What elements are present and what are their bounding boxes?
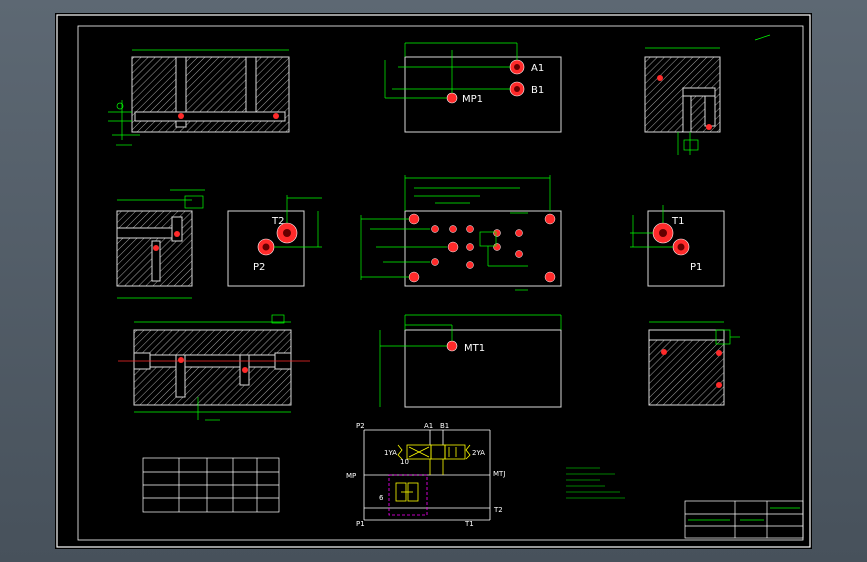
hyd-a1-label: A1 [424, 422, 433, 430]
hyd-valve-code: 10 [400, 458, 409, 466]
port-t1-label: T1 [671, 216, 684, 227]
hyd-p2-label: P2 [356, 422, 365, 430]
view-center-face [360, 175, 562, 291]
hyd-1ya-label: 1YA [384, 449, 397, 457]
technical-notes [566, 467, 625, 499]
view-top-left [108, 49, 290, 146]
view-middle-left [116, 189, 205, 299]
view-t1-p1: T1 P1 [630, 205, 725, 287]
cad-drawing: A1 B1 MP1 T2 P2 T1 P1 MT1 P2 A1 B1 1YA 2… [56, 14, 811, 548]
view-top-right [644, 34, 771, 155]
port-a1-label: A1 [531, 63, 544, 74]
hyd-b1-label: B1 [440, 422, 449, 430]
hyd-t2-label: T2 [493, 506, 503, 514]
port-mt1-label: MT1 [464, 343, 485, 354]
hydraulic-schematic: P2 A1 B1 1YA 2YA 10 MP MTJ 6 T2 P1 T1 [346, 422, 505, 528]
port-p1-label: P1 [690, 262, 702, 273]
hyd-item6-label: 6 [379, 494, 384, 502]
drawing-sheet: A1 B1 MP1 T2 P2 T1 P1 MT1 P2 A1 B1 1YA 2… [55, 13, 812, 549]
hyd-t1-label: T1 [464, 520, 474, 528]
view-top-middle: A1 B1 MP1 [384, 42, 562, 133]
port-mp1-label: MP1 [462, 94, 483, 105]
view-t2-p2: T2 P2 [227, 195, 322, 287]
hyd-2ya-label: 2YA [472, 449, 485, 457]
view-bottom-right [648, 321, 740, 406]
port-t2-label: T2 [271, 216, 284, 227]
port-table [142, 457, 280, 513]
title-block [684, 500, 804, 539]
cad-viewport[interactable]: A1 B1 MP1 T2 P2 T1 P1 MT1 P2 A1 B1 1YA 2… [0, 0, 867, 562]
hyd-p1-label: P1 [356, 520, 365, 528]
view-bottom-left [118, 314, 310, 421]
hyd-mp-label: MP [346, 472, 356, 480]
port-p2-label: P2 [253, 262, 265, 273]
view-bottom-middle: MT1 [379, 314, 562, 408]
hyd-mt-label: MTJ [493, 470, 505, 478]
port-b1-label: B1 [531, 85, 544, 96]
